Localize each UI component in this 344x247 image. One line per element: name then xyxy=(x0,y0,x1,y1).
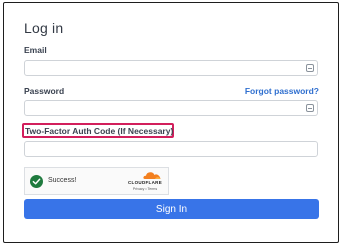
check-circle-icon xyxy=(30,175,43,188)
forgot-password-link[interactable]: Forgot password? xyxy=(245,86,319,96)
autofill-icon[interactable] xyxy=(306,104,314,112)
cloudflare-brand: CLOUDFLARE xyxy=(128,180,162,185)
password-field[interactable] xyxy=(24,100,318,119)
privacy-link[interactable]: Privacy xyxy=(133,187,144,191)
captcha-status: Success! xyxy=(48,177,77,184)
page-title: Log in xyxy=(24,20,64,36)
terms-link[interactable]: Terms xyxy=(148,187,158,191)
captcha-widget[interactable]: Success! CLOUDFLARE Privacy • Terms xyxy=(24,167,169,195)
sign-in-button[interactable]: Sign In xyxy=(24,199,319,219)
link-separator: • xyxy=(145,187,147,191)
email-label: Email xyxy=(24,45,47,55)
email-field[interactable] xyxy=(24,60,318,79)
twofa-code-field[interactable] xyxy=(24,141,318,160)
password-input[interactable] xyxy=(25,104,303,119)
twofa-code-input[interactable] xyxy=(25,145,303,160)
autofill-icon[interactable] xyxy=(306,64,314,72)
twofa-label: Two-Factor Auth Code (If Necessary) xyxy=(25,126,174,136)
captcha-links: Privacy • Terms xyxy=(123,187,167,191)
cloudflare-logo-icon xyxy=(143,172,161,179)
email-input[interactable] xyxy=(25,64,303,79)
password-label: Password xyxy=(24,86,65,96)
